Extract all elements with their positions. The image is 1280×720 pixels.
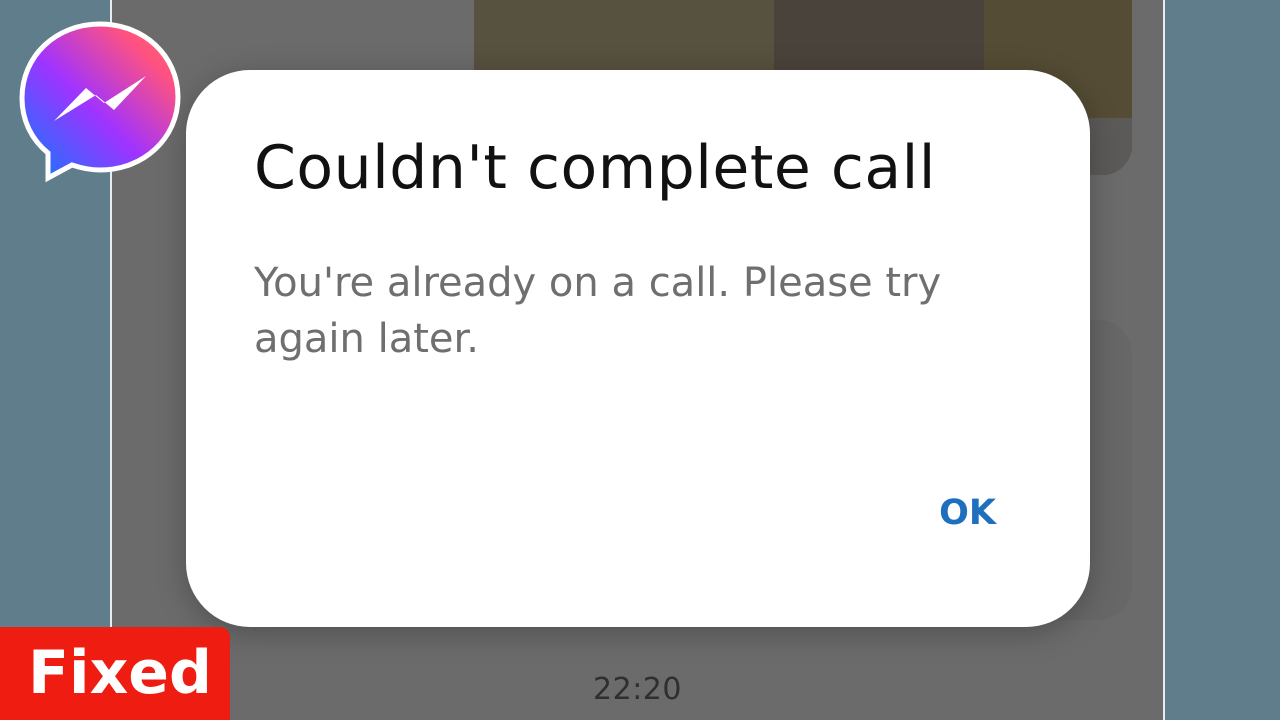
ok-button[interactable]: OK: [929, 487, 1006, 539]
fixed-label: Fixed: [28, 638, 212, 708]
message-timestamp: 22:20: [593, 672, 682, 707]
dialog-title: Couldn't complete call: [254, 133, 936, 203]
messenger-logo-icon: [19, 21, 181, 183]
error-dialog: Couldn't complete call You're already on…: [186, 70, 1090, 627]
thumbnail-stage: 22:20 Couldn't complete call You're alre…: [0, 0, 1280, 720]
fixed-badge: Fixed: [0, 627, 230, 720]
dialog-message: You're already on a call. Please try aga…: [254, 260, 942, 362]
